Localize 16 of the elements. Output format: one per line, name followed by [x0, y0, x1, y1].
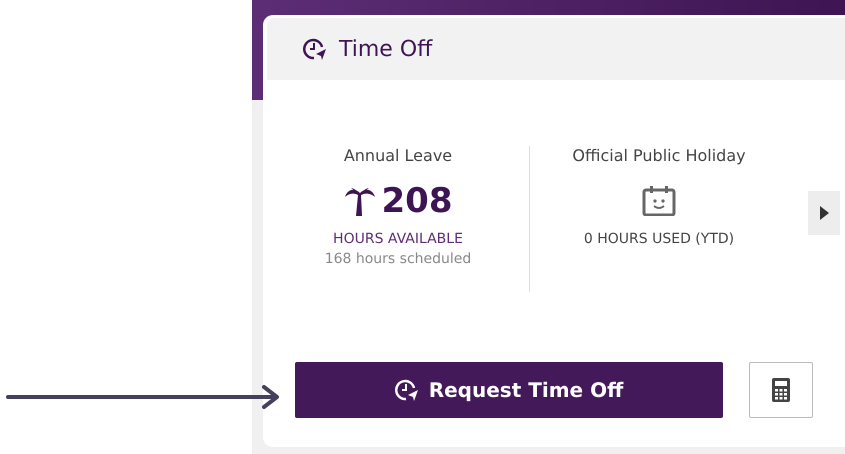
- balance-title: Annual Leave: [344, 146, 452, 165]
- calculator-button[interactable]: [749, 362, 813, 418]
- scheduled-note: 168 hours scheduled: [324, 251, 472, 267]
- balance-caption: HOURS AVAILABLE: [333, 231, 463, 247]
- request-time-off-button[interactable]: Request Time Off: [295, 362, 723, 418]
- calendar-smile-icon: [642, 186, 676, 216]
- clock-send-icon: [394, 378, 419, 402]
- balance-caption: 0 HOURS USED (YTD): [584, 231, 734, 247]
- next-button[interactable]: [808, 191, 840, 235]
- clock-send-icon: [303, 37, 327, 61]
- card-title: Time Off: [339, 36, 432, 62]
- caret-right-icon: [820, 206, 828, 220]
- hours-value: 208: [382, 181, 452, 221]
- palm-tree-icon: [344, 185, 376, 217]
- balance-title: Official Public Holiday: [572, 146, 746, 165]
- calculator-icon: [772, 378, 790, 402]
